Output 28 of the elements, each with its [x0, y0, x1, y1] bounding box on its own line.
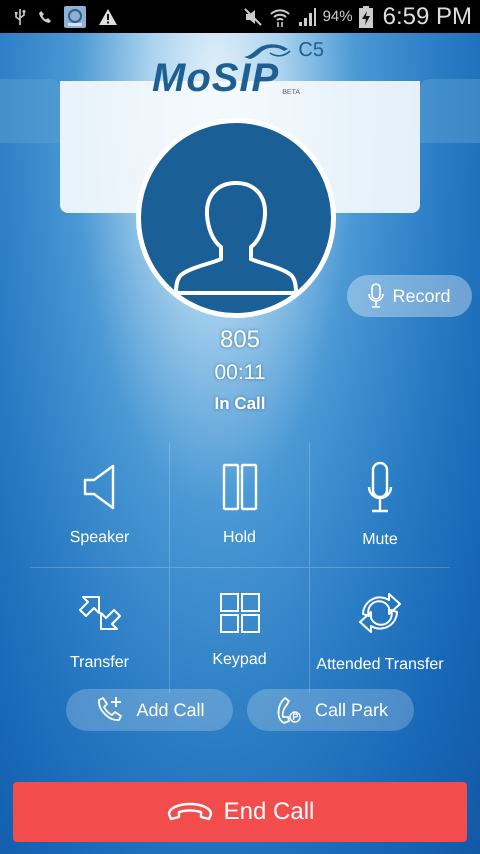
pause-icon: [222, 463, 258, 511]
action-button[interactable]: Hold: [170, 443, 310, 568]
action-button[interactable]: Keypad: [170, 568, 310, 693]
app-icon: [64, 6, 86, 28]
battery-percent: 94%: [322, 8, 353, 25]
keypad-icon: [220, 592, 260, 632]
mute-icon: [242, 8, 263, 26]
action-button[interactable]: Transfer: [30, 568, 170, 693]
usb-icon: [14, 8, 26, 26]
speaker-icon: [82, 463, 116, 511]
pill-button[interactable]: Call Park: [247, 689, 414, 731]
microphone-icon: [367, 461, 393, 513]
microphone-icon: [368, 283, 384, 309]
end-call-button[interactable]: End Call: [13, 782, 467, 842]
pill-button[interactable]: Add Call: [66, 689, 233, 731]
action-button[interactable]: Mute: [310, 443, 450, 568]
phone-icon: [38, 10, 52, 24]
action-button[interactable]: Speaker: [30, 443, 170, 568]
record-button[interactable]: Record: [347, 275, 472, 317]
call-status: In Call: [214, 393, 266, 415]
logo-text: MoSIP: [152, 58, 280, 98]
logo-version: C5: [298, 39, 324, 62]
battery-charging-icon: [358, 6, 373, 28]
caller-number: 805: [220, 325, 260, 355]
signal-icon: [296, 6, 317, 26]
clock: 6:59 PM: [382, 2, 472, 30]
call-duration: 00:11: [214, 360, 266, 386]
warning-icon: [98, 8, 118, 26]
